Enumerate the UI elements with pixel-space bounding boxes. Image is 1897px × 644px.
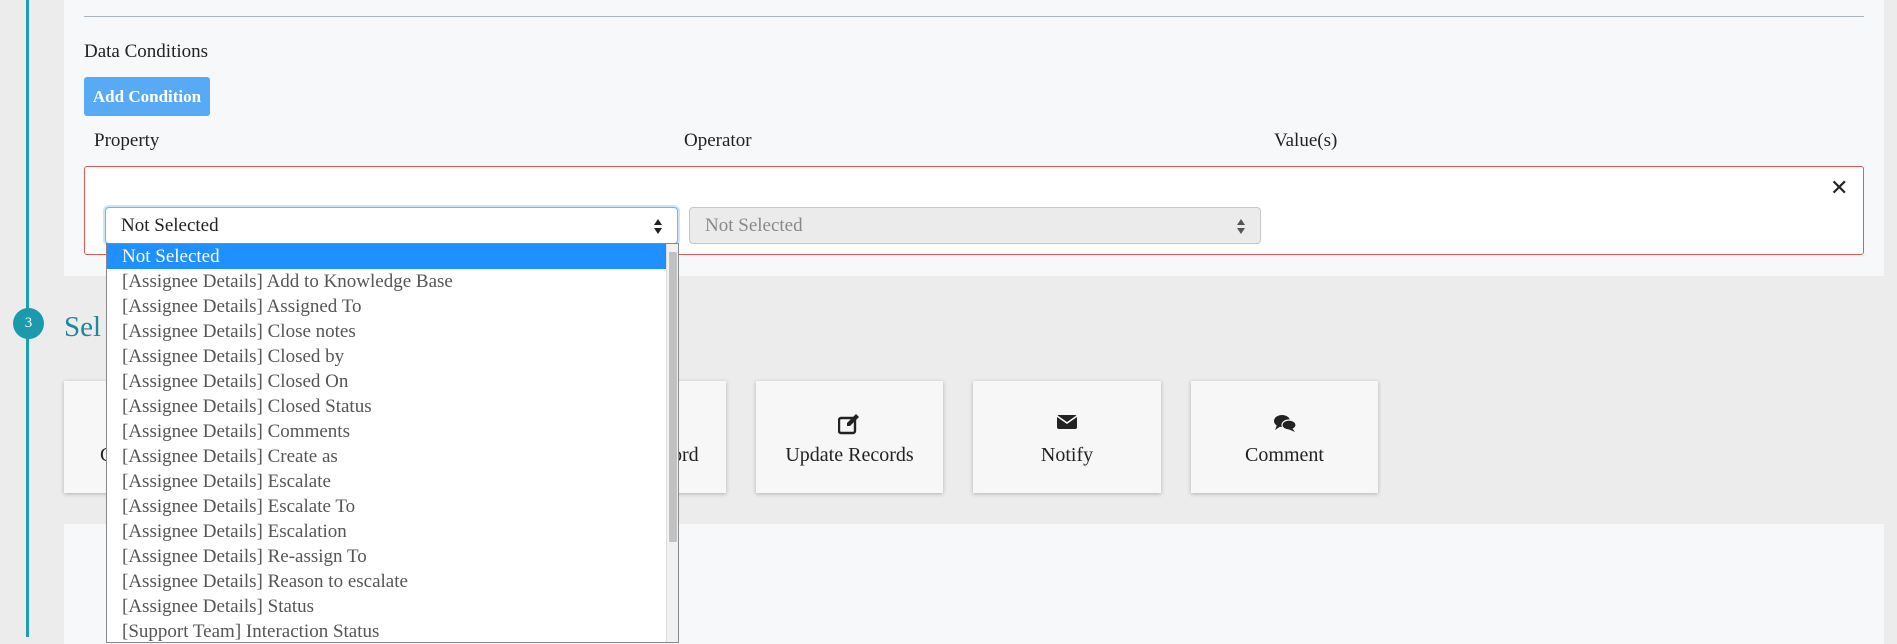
comments-icon xyxy=(1191,413,1378,435)
operator-select-value: Not Selected xyxy=(705,215,803,236)
comment-label: Comment xyxy=(1245,444,1324,466)
dropdown-option[interactable]: [Assignee Details] Closed by xyxy=(107,344,678,369)
dropdown-option[interactable]: [Assignee Details] Escalation xyxy=(107,519,678,544)
edit-icon xyxy=(756,413,943,435)
dropdown-option[interactable]: [Assignee Details] Close notes xyxy=(107,319,678,344)
select-arrows-icon xyxy=(654,219,663,234)
operator-column-header: Operator xyxy=(684,130,752,151)
close-icon[interactable]: ✕ xyxy=(1830,178,1848,200)
select-arrows-icon xyxy=(1237,219,1246,234)
dropdown-option[interactable]: [Assignee Details] Assigned To xyxy=(107,294,678,319)
values-column-header: Value(s) xyxy=(1274,130,1338,151)
data-conditions-heading: Data Conditions xyxy=(84,41,209,62)
dropdown-option[interactable]: Not Selected xyxy=(107,244,678,269)
dropdown-option[interactable]: [Support Team] Interaction Status xyxy=(107,619,678,642)
dropdown-scrollbar[interactable] xyxy=(666,244,678,642)
property-column-header: Property xyxy=(94,130,160,151)
envelope-icon xyxy=(973,413,1161,435)
dropdown-option[interactable]: [Assignee Details] Reason to escalate xyxy=(107,569,678,594)
divider xyxy=(84,16,1864,17)
dropdown-option[interactable]: [Assignee Details] Re-assign To xyxy=(107,544,678,569)
section-title: Sel xyxy=(64,311,102,343)
dropdown-option[interactable]: [Assignee Details] Comments xyxy=(107,419,678,444)
dropdown-option[interactable]: [Assignee Details] Escalate xyxy=(107,469,678,494)
dropdown-option[interactable]: [Assignee Details] Status xyxy=(107,594,678,619)
dropdown-option[interactable]: [Assignee Details] Create as xyxy=(107,444,678,469)
notify-card[interactable]: Notify xyxy=(973,381,1161,493)
dropdown-option[interactable]: [Assignee Details] Escalate To xyxy=(107,494,678,519)
property-select-value: Not Selected xyxy=(121,215,219,236)
comment-card[interactable]: Comment xyxy=(1191,381,1378,493)
step-badge: 3 xyxy=(13,308,44,339)
scrollbar-thumb[interactable] xyxy=(669,252,677,542)
update-records-label: Update Records xyxy=(785,444,914,466)
add-condition-button[interactable]: Add Condition xyxy=(84,77,210,116)
dropdown-option[interactable]: [Assignee Details] Closed Status xyxy=(107,394,678,419)
dropdown-option[interactable]: [Assignee Details] Closed On xyxy=(107,369,678,394)
property-dropdown-list[interactable]: Not Selected [Assignee Details] Add to K… xyxy=(106,243,679,643)
dropdown-option[interactable]: [Assignee Details] Add to Knowledge Base xyxy=(107,269,678,294)
operator-select[interactable]: Not Selected xyxy=(689,207,1261,244)
update-records-card[interactable]: Update Records xyxy=(756,381,943,493)
notify-label: Notify xyxy=(1040,444,1094,466)
property-select[interactable]: Not Selected xyxy=(105,207,678,244)
